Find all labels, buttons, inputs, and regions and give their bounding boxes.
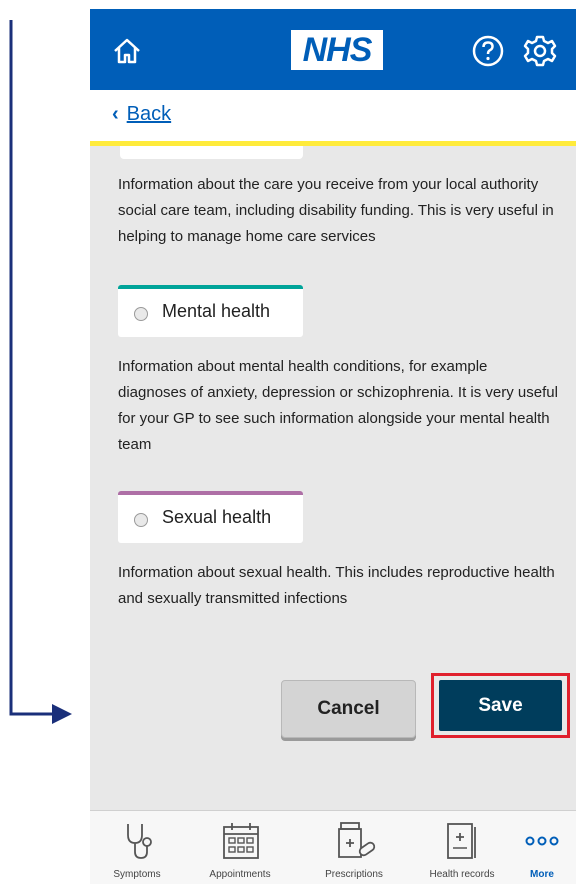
more-icon — [525, 836, 559, 846]
save-highlight-box: Save — [431, 673, 570, 738]
records-icon — [447, 823, 476, 859]
nhs-logo: NHS — [291, 30, 383, 70]
tab-appointments[interactable]: Appointments — [190, 811, 290, 884]
section-description: Information about the care you receive f… — [118, 176, 554, 245]
save-button[interactable]: Save — [439, 680, 562, 731]
option-mental-health[interactable]: Mental health — [118, 285, 303, 337]
section-description: Information about sexual health. This in… — [118, 564, 555, 607]
radio-button[interactable] — [134, 513, 148, 527]
bottom-tab-bar: Symptoms Appointments Prescriptions Heal… — [90, 810, 576, 884]
tab-label: Health records — [429, 869, 495, 880]
home-icon[interactable] — [107, 31, 147, 71]
tab-label: Appointments — [209, 869, 271, 880]
tab-label: Prescriptions — [325, 869, 383, 880]
app-header: NHS — [90, 9, 576, 90]
tab-prescriptions[interactable]: Prescriptions — [302, 811, 406, 884]
stethoscope-icon — [127, 824, 152, 859]
tab-label: More — [530, 869, 554, 880]
chevron-left-icon: ‹ — [112, 103, 119, 125]
pills-icon — [338, 822, 376, 858]
radio-button[interactable] — [134, 307, 148, 321]
tab-symptoms[interactable]: Symptoms — [94, 811, 180, 884]
calendar-icon — [223, 823, 259, 859]
tab-more[interactable]: More — [514, 811, 570, 884]
gear-icon[interactable] — [520, 31, 560, 71]
annotation-arrow — [9, 20, 72, 724]
help-icon[interactable] — [468, 31, 508, 71]
option-label: Mental health — [162, 301, 271, 321]
section-description: Information about mental health conditio… — [118, 358, 558, 453]
option-label: Sexual health — [162, 507, 272, 527]
back-label: Back — [126, 103, 172, 125]
back-bar: ‹ Back — [90, 90, 576, 146]
tab-health-records[interactable]: Health records — [414, 811, 510, 884]
cancel-button[interactable]: Cancel — [281, 680, 416, 738]
option-sexual-health[interactable]: Sexual health — [118, 491, 303, 543]
previous-option-card[interactable] — [120, 146, 303, 159]
back-link[interactable]: ‹ Back — [112, 103, 171, 126]
phone-screen: NHS ‹ Back Information about the care you… — [90, 9, 576, 884]
tab-label: Symptoms — [113, 869, 161, 880]
